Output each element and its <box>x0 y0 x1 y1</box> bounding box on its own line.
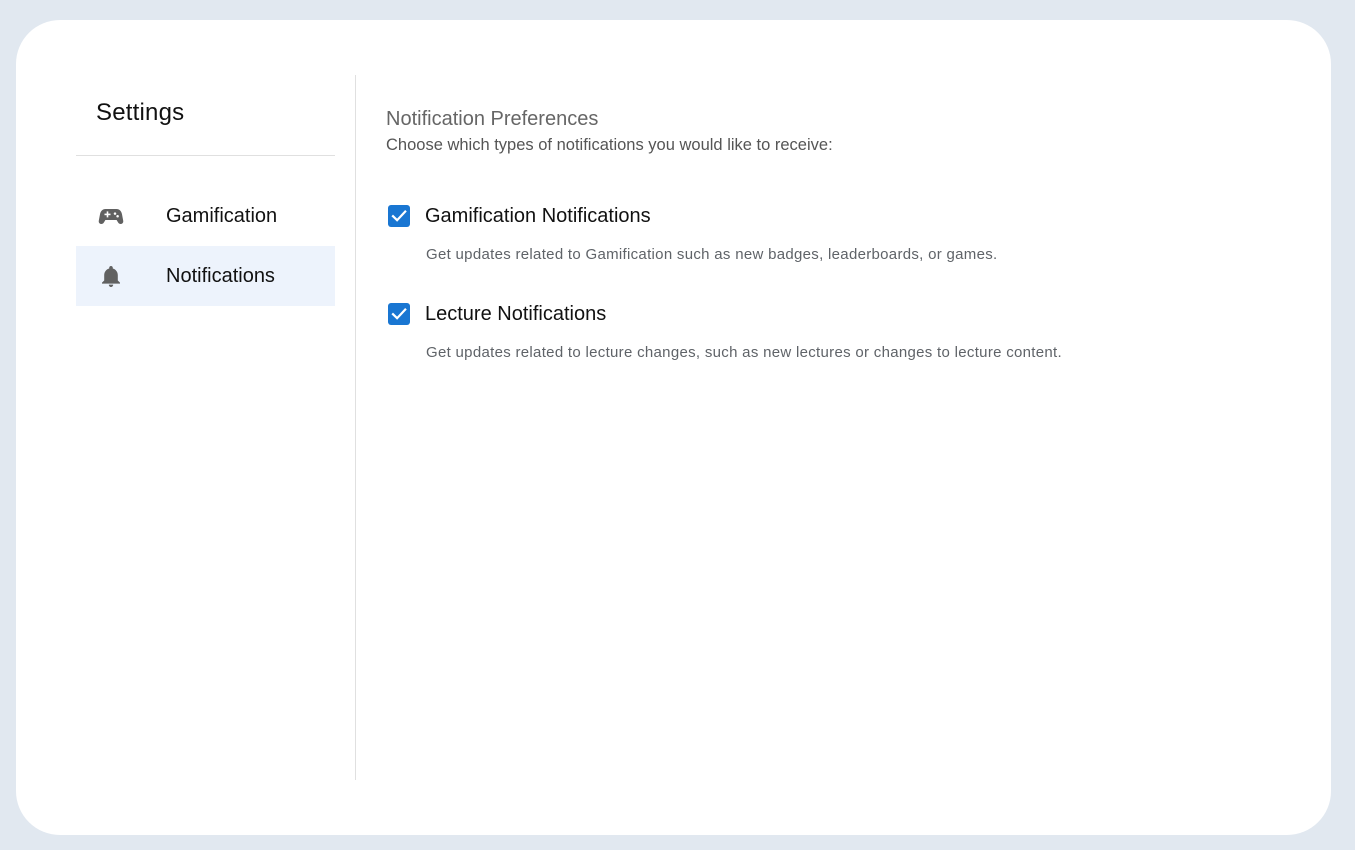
option-description: Get updates related to lecture changes, … <box>426 344 1062 361</box>
sidebar-title: Settings <box>96 99 185 126</box>
option-description: Get updates related to Gamification such… <box>426 246 998 263</box>
page-subtitle: Choose which types of notifications you … <box>386 136 833 154</box>
vertical-divider <box>355 75 356 780</box>
sidebar-item-label: Notifications <box>166 265 275 287</box>
settings-card: Settings Gamification Notifications Noti… <box>16 20 1331 835</box>
gamepad-icon <box>98 204 124 228</box>
sidebar-item-label: Gamification <box>166 205 278 227</box>
gamification-notifications-checkbox[interactable] <box>388 205 410 227</box>
option-label[interactable]: Lecture Notifications <box>425 303 606 325</box>
lecture-notifications-checkbox[interactable] <box>388 303 410 325</box>
settings-nav: Gamification Notifications <box>76 186 335 306</box>
sidebar-item-gamification[interactable]: Gamification <box>76 186 335 246</box>
bell-icon <box>98 264 124 288</box>
sidebar-item-notifications[interactable]: Notifications <box>76 246 335 306</box>
check-icon <box>391 210 407 222</box>
sidebar-divider <box>76 155 335 156</box>
option-label[interactable]: Gamification Notifications <box>425 205 651 227</box>
check-icon <box>391 308 407 320</box>
page-title: Notification Preferences <box>386 108 599 130</box>
